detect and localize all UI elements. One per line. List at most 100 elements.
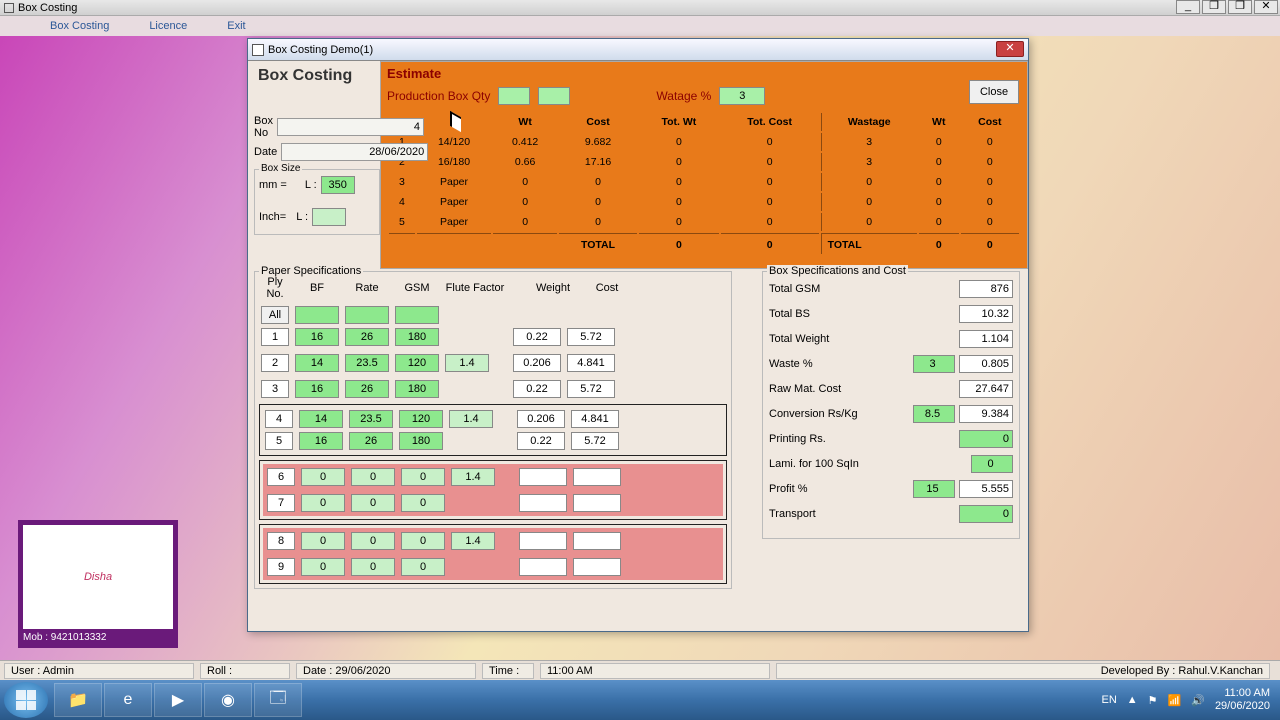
cost-input[interactable] <box>573 532 621 550</box>
cost-input[interactable] <box>571 432 619 450</box>
bf-input[interactable] <box>301 558 345 576</box>
weight-input[interactable] <box>517 410 565 428</box>
inch-L-input[interactable] <box>312 208 346 226</box>
boxno-input[interactable] <box>277 118 424 136</box>
bf-input[interactable] <box>301 532 345 550</box>
outer-max-button[interactable]: ❐ <box>1228 0 1252 14</box>
menu-boxcosting[interactable]: Box Costing <box>50 20 109 32</box>
start-button[interactable] <box>4 682 48 718</box>
ply-input[interactable] <box>261 354 289 372</box>
boxcost-mid-input[interactable] <box>913 480 955 498</box>
cost-input[interactable] <box>571 410 619 428</box>
rate-input[interactable] <box>349 432 393 450</box>
tray-net-icon[interactable]: 📶 <box>1168 694 1182 707</box>
boxcost-mid-input[interactable] <box>913 355 955 373</box>
ply-all-button[interactable]: All <box>261 306 289 324</box>
weight-input[interactable] <box>513 354 561 372</box>
boxcost-val-input[interactable] <box>959 430 1013 448</box>
flute-input[interactable] <box>449 410 493 428</box>
all-bf[interactable] <box>295 306 339 324</box>
boxcost-val-input[interactable] <box>959 480 1013 498</box>
boxcost-val-input[interactable] <box>959 405 1013 423</box>
gsm-input[interactable] <box>401 558 445 576</box>
weight-input[interactable] <box>517 432 565 450</box>
rate-input[interactable] <box>351 532 395 550</box>
ply-input[interactable] <box>261 380 289 398</box>
ply-input[interactable] <box>267 532 295 550</box>
menu-licence[interactable]: Licence <box>149 20 187 32</box>
boxcost-val-input[interactable] <box>959 330 1013 348</box>
outer-min-button[interactable]: _ <box>1176 0 1200 14</box>
boxcost-val-input[interactable] <box>959 280 1013 298</box>
bf-input[interactable] <box>301 468 345 486</box>
cost-input[interactable] <box>567 354 615 372</box>
tray-lang[interactable]: EN <box>1101 694 1116 706</box>
rate-input[interactable] <box>351 468 395 486</box>
ply-input[interactable] <box>267 494 295 512</box>
ply-input[interactable] <box>265 410 293 428</box>
bf-input[interactable] <box>299 410 343 428</box>
menu-exit[interactable]: Exit <box>227 20 245 32</box>
task-media-icon[interactable]: ▶ <box>154 683 202 717</box>
rate-input[interactable] <box>349 410 393 428</box>
boxcost-mid-input[interactable] <box>971 455 1013 473</box>
gsm-input[interactable] <box>401 468 445 486</box>
flute-input[interactable] <box>445 354 489 372</box>
task-ie-icon[interactable]: e <box>104 683 152 717</box>
tray-clock[interactable]: 11:00 AM29/06/2020 <box>1215 687 1270 713</box>
boxcost-val-input[interactable] <box>959 505 1013 523</box>
bf-input[interactable] <box>295 328 339 346</box>
mm-L-input[interactable] <box>321 176 355 194</box>
boxcost-val-input[interactable] <box>959 355 1013 373</box>
mdi-titlebar[interactable]: Box Costing Demo(1) ✕ <box>248 39 1028 61</box>
bf-input[interactable] <box>301 494 345 512</box>
cost-input[interactable] <box>573 558 621 576</box>
gsm-input[interactable] <box>395 380 439 398</box>
weight-input[interactable] <box>519 468 567 486</box>
cost-input[interactable] <box>567 380 615 398</box>
boxcost-val-input[interactable] <box>959 380 1013 398</box>
rate-input[interactable] <box>351 558 395 576</box>
weight-input[interactable] <box>513 328 561 346</box>
ply-input[interactable] <box>265 432 293 450</box>
estimate-close-button[interactable]: Close <box>969 80 1019 104</box>
gsm-input[interactable] <box>399 432 443 450</box>
flute-input[interactable] <box>451 532 495 550</box>
flute-input[interactable] <box>451 468 495 486</box>
gsm-input[interactable] <box>399 410 443 428</box>
rate-input[interactable] <box>345 380 389 398</box>
gsm-input[interactable] <box>395 354 439 372</box>
task-app-icon[interactable]: 🗔 <box>254 683 302 717</box>
bf-input[interactable] <box>299 432 343 450</box>
bf-input[interactable] <box>295 354 339 372</box>
task-chrome-icon[interactable]: ◉ <box>204 683 252 717</box>
outer-restore-button[interactable]: ❐ <box>1202 0 1226 14</box>
all-gsm[interactable] <box>395 306 439 324</box>
cost-input[interactable] <box>567 328 615 346</box>
bf-input[interactable] <box>295 380 339 398</box>
weight-input[interactable] <box>513 380 561 398</box>
prod-qty-input-2[interactable] <box>538 87 570 105</box>
tray-flag-icon[interactable]: ▲ <box>1127 694 1138 706</box>
rate-input[interactable] <box>345 354 389 372</box>
tray-action-icon[interactable]: ⚑ <box>1148 694 1158 707</box>
rate-input[interactable] <box>351 494 395 512</box>
all-rate[interactable] <box>345 306 389 324</box>
boxcost-mid-input[interactable] <box>913 405 955 423</box>
task-explorer-icon[interactable]: 📁 <box>54 683 102 717</box>
cost-input[interactable] <box>573 494 621 512</box>
date-input[interactable] <box>281 143 428 161</box>
weight-input[interactable] <box>519 494 567 512</box>
ply-input[interactable] <box>267 468 295 486</box>
watage-input[interactable] <box>719 87 765 105</box>
boxcost-val-input[interactable] <box>959 305 1013 323</box>
system-tray[interactable]: EN ▲ ⚑ 📶 🔊 11:00 AM29/06/2020 <box>1101 687 1276 713</box>
weight-input[interactable] <box>519 558 567 576</box>
tray-vol-icon[interactable]: 🔊 <box>1191 694 1205 707</box>
cost-input[interactable] <box>573 468 621 486</box>
rate-input[interactable] <box>345 328 389 346</box>
gsm-input[interactable] <box>395 328 439 346</box>
ply-input[interactable] <box>261 328 289 346</box>
gsm-input[interactable] <box>401 494 445 512</box>
gsm-input[interactable] <box>401 532 445 550</box>
